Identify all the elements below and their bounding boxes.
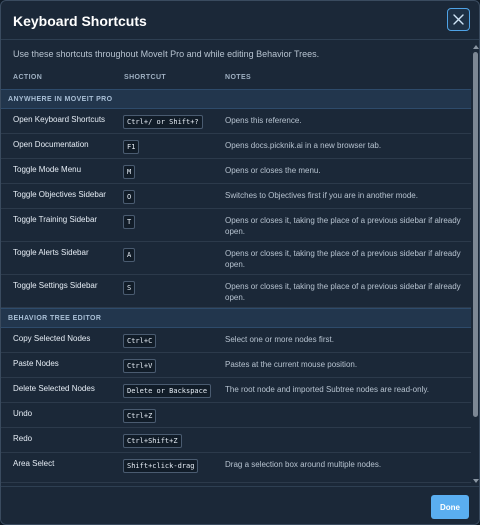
shortcut-note: The root node and imported Subtree nodes… (225, 385, 429, 394)
action-label: Undo (13, 409, 33, 418)
scrollbar-thumb[interactable] (473, 52, 478, 417)
shortcut-row: Toggle Mode Menu M Opens or closes the m… (1, 159, 471, 184)
shortcut-note: Drag a selection box around multiple nod… (225, 460, 382, 469)
action-label: Paste Nodes (13, 359, 59, 368)
shortcut-note: Opens or closes the menu. (225, 166, 321, 175)
intro-text: Use these shortcuts throughout MoveIt Pr… (13, 49, 320, 59)
action-label: Open Documentation (13, 140, 89, 149)
dialog-title: Keyboard Shortcuts (13, 13, 147, 29)
shortcut-note: Pastes at the current mouse position. (225, 360, 358, 369)
shortcut-key: Ctrl+V (123, 359, 157, 373)
shortcut-key: Ctrl+C (123, 334, 157, 348)
action-label: Toggle Settings Sidebar (13, 281, 98, 290)
action-label: Toggle Training Sidebar (13, 215, 98, 224)
shortcut-note: Opens or closes it, taking the place of … (225, 249, 461, 269)
shortcut-row: Toggle Objectives Sidebar O Switches to … (1, 184, 471, 209)
shortcut-key: Ctrl+Z (123, 409, 157, 423)
action-label: Toggle Objectives Sidebar (13, 190, 106, 199)
dialog-footer (1, 486, 479, 524)
shortcut-key: A (123, 248, 136, 262)
action-label: Delete Selected Nodes (13, 384, 95, 393)
column-header-shortcut: SHORTCUT (124, 74, 167, 81)
action-label: Toggle Alerts Sidebar (13, 248, 89, 257)
shortcut-row: Copy Selected Nodes Ctrl+C Select one or… (1, 328, 471, 353)
scroll-down-icon[interactable] (473, 478, 479, 484)
scroll-up-icon[interactable] (473, 44, 479, 50)
shortcut-note: Opens or closes it, taking the place of … (225, 216, 461, 236)
shortcut-row: Redo Ctrl+Shift+Z (1, 428, 471, 453)
shortcut-note: Switches to Objectives first if you are … (225, 191, 418, 200)
shortcut-row: Toggle Training Sidebar T Opens or close… (1, 209, 471, 242)
shortcut-key: S (123, 281, 136, 295)
action-label: Copy Selected Nodes (13, 334, 91, 343)
column-header-notes: NOTES (225, 74, 252, 81)
done-button[interactable]: Done (431, 495, 469, 519)
shortcut-row: Undo Ctrl+Z (1, 403, 471, 428)
shortcut-key: T (123, 215, 136, 229)
shortcut-key: Delete or Backspace (123, 384, 212, 398)
shortcut-key: Ctrl+/ or Shift+? (123, 115, 203, 129)
shortcut-row: Toggle Settings Sidebar S Opens or close… (1, 275, 471, 308)
shortcut-row: Open Documentation F1 Opens docs.picknik… (1, 134, 471, 159)
shortcut-key: O (123, 190, 136, 204)
keyboard-shortcuts-dialog: Keyboard Shortcuts Use these shortcuts t… (0, 0, 480, 525)
section-title: ANYWHERE IN MOVEIT PRO (8, 96, 113, 103)
shortcut-key: M (123, 165, 136, 179)
shortcut-key: F1 (123, 140, 140, 154)
dialog-header: Keyboard Shortcuts (1, 1, 479, 40)
action-label: Redo (13, 434, 33, 443)
action-label: Toggle Mode Menu (13, 165, 82, 174)
shortcut-row: Paste Nodes Ctrl+V Pastes at the current… (1, 353, 471, 378)
section-header-anywhere: ANYWHERE IN MOVEIT PRO (1, 89, 471, 109)
shortcut-row: Area Select Shift+click-drag Drag a sele… (1, 453, 471, 483)
section-title: BEHAVIOR TREE EDITOR (8, 315, 102, 322)
close-icon (453, 14, 464, 25)
shortcut-note: Opens docs.picknik.ai in a new browser t… (225, 141, 382, 150)
shortcuts-body[interactable]: Use these shortcuts throughout MoveIt Pr… (1, 41, 471, 486)
close-button[interactable] (447, 8, 470, 31)
shortcut-note: Opens this reference. (225, 116, 302, 125)
column-header-action: ACTION (13, 74, 43, 81)
shortcut-row: Toggle Alerts Sidebar A Opens or closes … (1, 242, 471, 275)
shortcut-note: Select one or more nodes first. (225, 335, 334, 344)
shortcut-key: Ctrl+Shift+Z (123, 434, 182, 448)
action-label: Open Keyboard Shortcuts (13, 115, 106, 124)
shortcut-row: Delete Selected Nodes Delete or Backspac… (1, 378, 471, 403)
section-header-behavior-tree-editor: BEHAVIOR TREE EDITOR (1, 308, 471, 328)
shortcut-row: Open Keyboard Shortcuts Ctrl+/ or Shift+… (1, 109, 471, 134)
action-label: Area Select (13, 459, 55, 468)
shortcut-key: Shift+click-drag (123, 459, 199, 473)
shortcut-note: Opens or closes it, taking the place of … (225, 282, 461, 302)
